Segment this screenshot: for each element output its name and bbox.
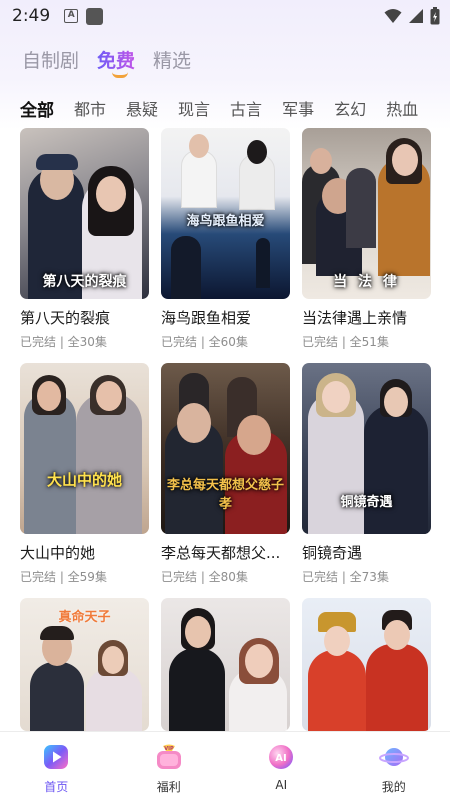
status-bar: 2:49 A xyxy=(0,0,450,32)
show-poster[interactable]: 大山中的她 xyxy=(20,363,149,534)
poster-title: 海鸟跟鱼相爱 xyxy=(186,214,265,229)
tab-self-made[interactable]: 自制剧 xyxy=(22,46,79,73)
show-card[interactable] xyxy=(161,598,290,731)
nav-welfare[interactable]: VIP 福利 xyxy=(113,732,226,801)
show-meta: 已完结 | 全60集 xyxy=(161,335,248,349)
show-poster[interactable]: 第八天的裂痕 xyxy=(20,128,149,299)
show-poster[interactable]: 当 法 律 xyxy=(302,128,431,299)
show-card[interactable]: 李总每天都想父慈子孝 李总每天都想父... 已完结 | 全80集 xyxy=(161,363,290,585)
tab-free[interactable]: 免费 xyxy=(97,46,135,73)
home-play-icon xyxy=(41,742,71,772)
top-tabs: 自制剧 免费 精选 xyxy=(22,46,191,73)
nav-welfare-label: 福利 xyxy=(156,780,181,794)
nav-ai[interactable]: AI AI xyxy=(225,732,338,801)
show-card[interactable]: 铜镜奇遇 铜镜奇遇 已完结 | 全73集 xyxy=(302,363,431,585)
show-card[interactable] xyxy=(302,598,431,731)
tab-selected[interactable]: 精选 xyxy=(153,46,191,73)
nav-profile[interactable]: 我的 xyxy=(338,732,450,801)
category-action[interactable]: 热血 xyxy=(386,96,418,121)
notification-a-icon: A xyxy=(64,9,79,23)
category-urban[interactable]: 都市 xyxy=(74,96,106,121)
show-title: 第八天的裂痕 xyxy=(20,309,111,327)
show-card[interactable]: 当 法 律 当法律遇上亲情 已完结 | 全51集 xyxy=(302,128,431,350)
show-title: 李总每天都想父... xyxy=(161,544,281,562)
signal-icon xyxy=(409,9,423,23)
nav-home[interactable]: 首页 xyxy=(0,732,113,801)
show-meta: 已完结 | 全30集 xyxy=(20,335,107,349)
svg-text:VIP: VIP xyxy=(164,746,174,752)
category-suspense[interactable]: 悬疑 xyxy=(126,96,158,121)
show-meta: 已完结 | 全80集 xyxy=(161,570,248,584)
show-title: 大山中的她 xyxy=(20,544,96,562)
notification-square-icon xyxy=(86,7,104,25)
show-poster[interactable]: 海鸟跟鱼相爱 xyxy=(161,128,290,299)
battery-icon xyxy=(430,7,440,25)
category-fantasy[interactable]: 玄幻 xyxy=(334,96,366,121)
show-title: 铜镜奇遇 xyxy=(302,544,363,562)
ai-orb-icon: AI xyxy=(266,742,296,772)
show-card[interactable]: 第八天的裂痕 第八天的裂痕 已完结 | 全30集 xyxy=(20,128,149,350)
show-poster[interactable]: 真命天子 xyxy=(20,598,149,731)
show-meta: 已完结 | 全59集 xyxy=(20,570,107,584)
nav-profile-label: 我的 xyxy=(381,780,406,794)
show-poster[interactable] xyxy=(161,598,290,731)
poster-title: 大山中的她 xyxy=(46,471,122,489)
svg-text:AI: AI xyxy=(276,753,287,764)
poster-title: 李总每天都想父慈子孝 xyxy=(166,478,284,512)
show-card[interactable]: 真命天子 xyxy=(20,598,149,731)
category-military[interactable]: 军事 xyxy=(282,96,314,121)
poster-title: 第八天的裂痕 xyxy=(42,274,127,290)
show-meta: 已完结 | 全73集 xyxy=(302,570,389,584)
show-meta: 已完结 | 全51集 xyxy=(302,335,389,349)
nav-home-label: 首页 xyxy=(44,780,69,794)
planet-profile-icon xyxy=(378,742,409,772)
show-title: 海鸟跟鱼相爱 xyxy=(161,309,252,327)
bottom-nav: 首页 VIP 福利 AI AI 我的 xyxy=(0,731,450,801)
category-tabs: 全部 都市 悬疑 现言 古言 军事 玄幻 热血 xyxy=(20,96,418,121)
status-time: 2:49 xyxy=(12,6,51,26)
poster-title: 当 法 律 xyxy=(333,274,400,290)
show-title: 当法律遇上亲情 xyxy=(302,309,408,327)
poster-title: 铜镜奇遇 xyxy=(340,495,393,510)
show-poster[interactable]: 铜镜奇遇 xyxy=(302,363,431,534)
show-poster[interactable] xyxy=(302,598,431,731)
vip-gift-icon: VIP xyxy=(154,742,184,772)
show-card[interactable]: 大山中的她 大山中的她 已完结 | 全59集 xyxy=(20,363,149,585)
show-poster[interactable]: 李总每天都想父慈子孝 xyxy=(161,363,290,534)
category-all[interactable]: 全部 xyxy=(20,96,54,121)
show-card[interactable]: 海鸟跟鱼相爱 海鸟跟鱼相爱 已完结 | 全60集 xyxy=(161,128,290,350)
wifi-icon xyxy=(384,9,402,23)
category-ancient-romance[interactable]: 古言 xyxy=(230,96,262,121)
poster-title: 真命天子 xyxy=(58,610,111,625)
category-modern-romance[interactable]: 现言 xyxy=(178,96,210,121)
nav-ai-label: AI xyxy=(275,778,288,792)
